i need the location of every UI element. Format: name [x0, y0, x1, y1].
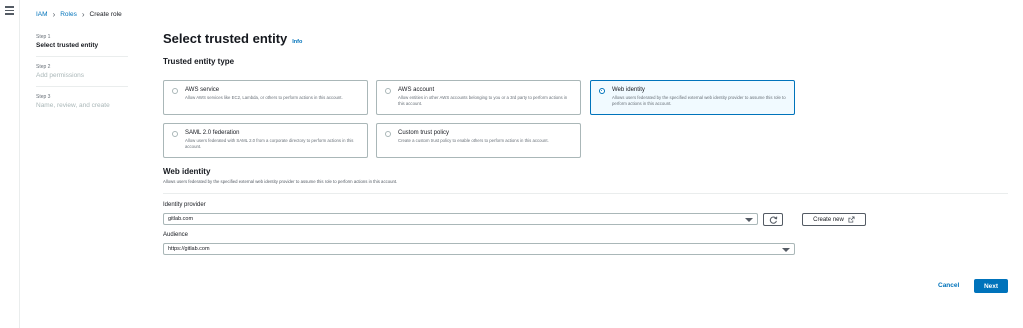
step-number: Step 2 [36, 64, 51, 70]
wizard-steps: Step 1 Select trusted entity Step 2 Add … [36, 34, 128, 123]
step-title: Name, review, and create [36, 102, 110, 109]
tile-title: AWS account [398, 87, 435, 93]
web-identity-description: Allows users federated by the specified … [163, 179, 398, 184]
tile-saml-federation[interactable]: SAML 2.0 federation Allow users federate… [163, 123, 368, 158]
tile-title: SAML 2.0 federation [185, 130, 240, 136]
identity-provider-value: gitlab.com [168, 216, 194, 222]
breadcrumb-separator: › [52, 9, 56, 19]
breadcrumb-iam[interactable]: IAM [36, 11, 48, 18]
caret-down-icon [782, 248, 790, 252]
step-2: Step 2 Add permissions [36, 64, 128, 87]
tile-custom-trust-policy[interactable]: Custom trust policy Create a custom trus… [376, 123, 581, 158]
section-title: Trusted entity type [163, 57, 235, 66]
info-link[interactable]: Info [292, 39, 302, 45]
identity-provider-label: Identity provider [163, 202, 206, 208]
radio-saml-federation[interactable] [172, 131, 178, 137]
radio-aws-service[interactable] [172, 88, 178, 94]
cancel-button[interactable]: Cancel [938, 282, 959, 289]
tile-title: Web identity [612, 87, 645, 93]
refresh-button[interactable] [763, 213, 783, 226]
tile-aws-service[interactable]: AWS service Allow AWS services like EC2,… [163, 80, 368, 115]
divider [163, 193, 1008, 194]
create-new-label: Create new [813, 216, 844, 223]
tile-title: Custom trust policy [398, 130, 450, 136]
external-link-icon [848, 216, 855, 223]
page-title: Select trusted entity [163, 31, 288, 46]
page-header: Select trusted entity Info [163, 31, 302, 46]
tile-description: Create a custom trust policy to enable o… [398, 138, 549, 143]
step-number: Step 3 [36, 94, 51, 100]
step-1: Step 1 Select trusted entity [36, 34, 128, 57]
step-3: Step 3 Name, review, and create [36, 94, 128, 116]
tile-description: Allow users federated with SAML 2.0 from… [185, 138, 354, 149]
tile-description: Allow AWS services like EC2, Lambda, or … [185, 95, 343, 100]
tile-description: Allows users federated by the specified … [612, 95, 786, 106]
step-title: Add permissions [36, 72, 85, 79]
next-button[interactable]: Next [974, 279, 1008, 293]
radio-web-identity[interactable] [599, 88, 605, 94]
tile-aws-account[interactable]: AWS account Allow entities in other AWS … [376, 80, 581, 115]
tile-web-identity[interactable]: Web identity Allows users federated by t… [590, 80, 795, 115]
breadcrumb: IAM › Roles › Create role [36, 9, 122, 19]
audience-select[interactable]: https://gitlab.com [163, 243, 795, 255]
left-rail [0, 0, 20, 328]
caret-down-icon [745, 218, 753, 222]
step-number: Step 1 [36, 34, 51, 40]
step-title: Select trusted entity [36, 42, 99, 49]
radio-aws-account[interactable] [385, 88, 391, 94]
tile-description: Allow entities in other AWS accounts bel… [398, 95, 568, 106]
create-new-button[interactable]: Create new [802, 213, 866, 226]
audience-label: Audience [163, 232, 189, 238]
audience-value: https://gitlab.com [168, 246, 210, 252]
radio-custom-trust-policy[interactable] [385, 131, 391, 137]
tile-title: AWS service [185, 87, 220, 93]
identity-provider-select[interactable]: gitlab.com [163, 213, 758, 225]
breadcrumb-separator: › [81, 9, 85, 19]
breadcrumb-roles[interactable]: Roles [60, 11, 77, 18]
breadcrumb-current: Create role [89, 11, 122, 18]
menu-icon[interactable] [5, 6, 14, 15]
refresh-icon [769, 216, 778, 224]
web-identity-title: Web identity [163, 167, 211, 176]
